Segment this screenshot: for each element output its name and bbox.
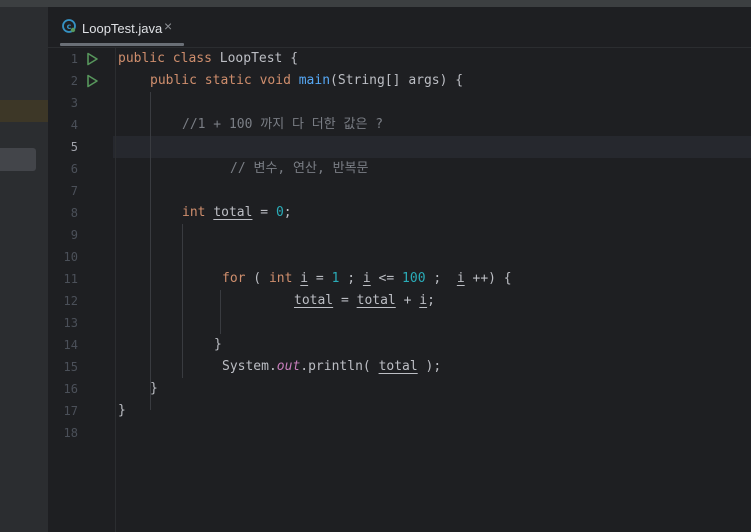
line-number: 18 <box>63 426 78 440</box>
code-line-4-comment: //1 + 100 까지 다 더한 값은 ? <box>182 117 384 132</box>
line-number: 10 <box>63 250 78 264</box>
line-number: 3 <box>70 96 78 110</box>
indent-guide <box>220 290 221 334</box>
line-number: 4 <box>70 118 78 132</box>
code-editor[interactable]: 1 2 3 4 5 6 7 8 9 10 11 12 13 14 15 16 1… <box>48 48 751 532</box>
line-number: 1 <box>70 52 78 66</box>
active-tab-indicator <box>60 43 184 46</box>
code-line-11: for ( int i = 1 ; i <= 100 ; i ++) { <box>222 271 512 286</box>
line-number: 11 <box>63 272 78 286</box>
line-number: 14 <box>63 338 78 352</box>
code-line-14: } <box>214 337 222 352</box>
line-number-current: 5 <box>70 140 78 154</box>
line-number: 2 <box>70 74 78 88</box>
code-line-1: public class LoopTest { <box>118 51 299 66</box>
code-line-17: } <box>118 403 126 418</box>
project-tree-item[interactable] <box>0 148 36 171</box>
line-number: 17 <box>63 404 78 418</box>
line-number: 12 <box>63 294 78 308</box>
line-number: 7 <box>70 184 78 198</box>
code-line-2: public static void main(String[] args) { <box>150 73 464 88</box>
run-class-icon[interactable] <box>85 52 99 66</box>
code-line-12: total = total + i; <box>294 293 435 308</box>
line-number: 9 <box>70 228 78 242</box>
line-number: 13 <box>63 316 78 330</box>
editor-tab-bar: c LoopTest.java × <box>48 7 751 48</box>
java-class-icon: c <box>62 19 76 33</box>
code-line-15: System.out.println( total ); <box>222 359 442 374</box>
tab-title: LoopTest.java <box>82 21 163 36</box>
indent-guide <box>182 224 183 378</box>
close-tab-icon[interactable]: × <box>164 18 172 34</box>
project-tool-panel <box>0 7 48 532</box>
window-top-bar <box>0 0 751 7</box>
gutter-separator <box>115 48 116 532</box>
run-main-icon[interactable] <box>85 74 99 88</box>
tab-looptest-java[interactable]: c LoopTest.java × <box>60 7 184 47</box>
project-tree-selected-row[interactable] <box>0 100 48 122</box>
code-line-16: } <box>150 381 158 396</box>
code-line-6-comment: // 변수, 연산, 반복문 <box>230 161 369 176</box>
line-number: 6 <box>70 162 78 176</box>
code-line-8: int total = 0; <box>182 205 292 220</box>
line-number: 8 <box>70 206 78 220</box>
indent-guide <box>150 92 151 410</box>
current-line-highlight <box>113 136 751 158</box>
line-number: 15 <box>63 360 78 374</box>
line-number: 16 <box>63 382 78 396</box>
